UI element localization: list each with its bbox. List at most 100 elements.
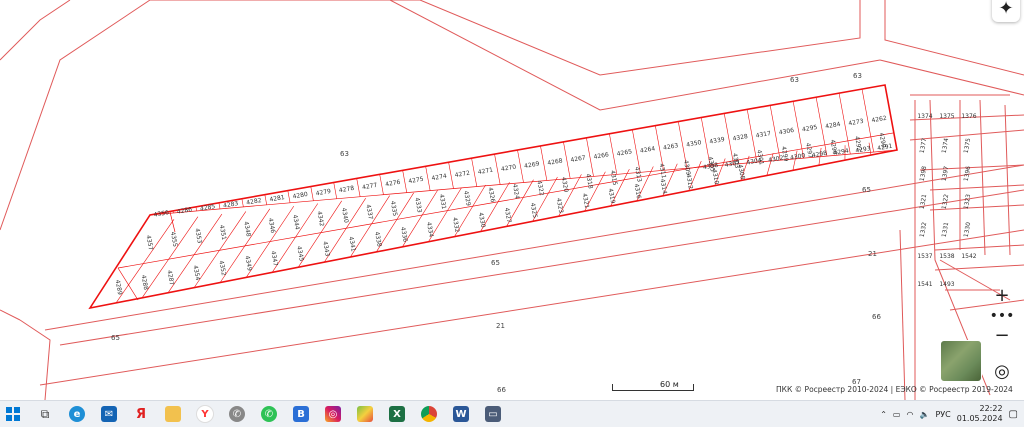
plot-number[interactable]: 4270	[501, 163, 517, 173]
instagram-button[interactable]: ◎	[320, 403, 346, 425]
satellite-layer-toggle[interactable]	[940, 340, 982, 382]
yandex-button[interactable]: Я	[128, 403, 154, 425]
plot-number[interactable]: 1396	[963, 165, 973, 181]
plot-number[interactable]: 4268	[547, 157, 563, 167]
language-indicator[interactable]: РУС	[935, 410, 950, 419]
excel-button[interactable]: X	[384, 403, 410, 425]
plot-number[interactable]: 4326	[487, 187, 497, 203]
b-app-button[interactable]: B	[288, 403, 314, 425]
plot-number[interactable]: 4327	[503, 207, 513, 223]
volume-icon[interactable]: 🔈	[919, 410, 929, 419]
plot-number[interactable]: 4322	[535, 180, 545, 196]
plot-number[interactable]: 4318	[584, 173, 594, 189]
plot-number[interactable]: 4272	[454, 170, 470, 180]
edge-button[interactable]: e	[64, 403, 90, 425]
plot-number[interactable]: 4267	[570, 154, 586, 164]
plot-number[interactable]: 4349	[243, 255, 253, 271]
zoom-out-button[interactable]: −	[988, 321, 1016, 349]
plot-number[interactable]: 4350	[686, 139, 702, 149]
plot-number[interactable]: 4316	[633, 183, 643, 199]
plot-number[interactable]: 4311	[658, 163, 668, 179]
plot-number[interactable]: 4324	[511, 183, 521, 199]
plot-number[interactable]: 4331	[438, 194, 448, 210]
plot-number[interactable]: 4262	[871, 115, 887, 125]
plot-number[interactable]: 1541	[917, 281, 932, 288]
plot-number[interactable]: 4295	[802, 124, 818, 134]
plot-number[interactable]: 4321	[581, 193, 591, 209]
whatsapp-button[interactable]: ✆	[256, 403, 282, 425]
plot-number[interactable]: 4313	[633, 166, 643, 182]
explorer-button[interactable]	[160, 403, 186, 425]
plot-number[interactable]: 4273	[848, 118, 864, 128]
plot-number[interactable]: 4310	[710, 169, 720, 185]
plot-number[interactable]: 4280	[292, 191, 308, 201]
notifications-icon[interactable]: ▢	[1009, 409, 1018, 420]
chevron-up-icon[interactable]: ⌃	[880, 410, 887, 419]
mail-button[interactable]: ✉	[96, 403, 122, 425]
plot-number[interactable]: 4347	[269, 250, 279, 266]
plot-number[interactable]: 4269	[524, 160, 540, 170]
plot-number[interactable]: 4354	[192, 265, 202, 281]
plot-number[interactable]: 4330	[477, 212, 487, 228]
geolocate-button[interactable]: ◎	[988, 357, 1016, 385]
plot-number[interactable]: 1332	[919, 221, 929, 237]
battery-icon[interactable]: ▭	[893, 410, 901, 419]
plot-number[interactable]: 4306	[778, 127, 794, 137]
plot-number[interactable]: 4323	[555, 198, 565, 214]
plot-number[interactable]: 1374	[917, 113, 932, 120]
plot-number[interactable]: 4325	[529, 202, 539, 218]
compass-button[interactable]: ✦	[992, 0, 1020, 22]
plot-number[interactable]: 4332	[451, 217, 461, 233]
plot-number[interactable]: 4263	[663, 142, 679, 152]
plot-number[interactable]: 4340	[340, 207, 350, 223]
plot-number[interactable]: 1321	[919, 193, 929, 209]
plot-number[interactable]: 4339	[709, 136, 725, 146]
plot-number[interactable]: 4344	[291, 214, 301, 230]
plot-number[interactable]: 4338	[373, 231, 383, 247]
plot-number[interactable]: 4315	[609, 170, 619, 186]
plot-number[interactable]: 4312	[684, 173, 694, 189]
plot-number[interactable]: 4317	[755, 130, 771, 140]
yandex-browser-button[interactable]: Y	[192, 403, 218, 425]
plot-number[interactable]: 4294	[833, 147, 849, 157]
plot-number[interactable]: 4285	[199, 203, 215, 213]
word-button[interactable]: W	[448, 403, 474, 425]
plot-number[interactable]: 4298	[811, 150, 827, 160]
plot-number[interactable]: 1493	[939, 281, 954, 288]
monitor-button[interactable]: ▭	[480, 403, 506, 425]
plot-number[interactable]: 4264	[639, 145, 655, 155]
plot-number[interactable]: 4288	[140, 274, 150, 290]
plot-number[interactable]: 4346	[267, 218, 277, 234]
whatsapp-gray-button[interactable]: ✆	[224, 403, 250, 425]
plot-number[interactable]: 4353	[193, 228, 203, 244]
plot-number[interactable]: 1397	[941, 165, 951, 181]
plot-number[interactable]: 1374	[941, 137, 951, 153]
plot-number[interactable]: 4342	[316, 211, 326, 227]
plot-number[interactable]: 4275	[408, 176, 424, 186]
plot-number[interactable]: 4265	[616, 148, 632, 158]
plot-number[interactable]: 4293	[855, 145, 871, 155]
plot-number[interactable]: 4341	[347, 236, 357, 252]
plot-number[interactable]: 1398	[919, 165, 929, 181]
plot-number[interactable]: 4274	[431, 173, 447, 183]
plot-number[interactable]: 4279	[315, 188, 331, 198]
plot-number[interactable]: 4345	[295, 246, 305, 262]
plot-number[interactable]: 1375	[939, 113, 954, 120]
cadastral-map[interactable]: 63 63 63 65 65 65 21 21 66 66 67 4356428…	[0, 0, 1024, 400]
paint-button[interactable]	[352, 403, 378, 425]
plot-number[interactable]: 4289	[114, 279, 124, 295]
plot-number[interactable]: 4348	[242, 221, 252, 237]
plot-number[interactable]: 4284	[825, 121, 841, 131]
plot-number[interactable]: 4333	[413, 197, 423, 213]
plot-number[interactable]: 1331	[941, 221, 951, 237]
plot-number[interactable]: 1375	[963, 137, 973, 153]
plot-number[interactable]: 1330	[963, 221, 973, 237]
clock[interactable]: 22:22 01.05.2024	[957, 404, 1003, 424]
plot-number[interactable]: 1322	[941, 193, 951, 209]
plot-number[interactable]: 4329	[462, 190, 472, 206]
plot-number[interactable]: 4314	[659, 178, 669, 194]
plot-number[interactable]: 4286	[176, 206, 192, 216]
plot-number[interactable]: 4266	[593, 151, 609, 161]
plot-number[interactable]: 4287	[166, 270, 176, 286]
plot-number[interactable]: 4319	[607, 188, 617, 204]
